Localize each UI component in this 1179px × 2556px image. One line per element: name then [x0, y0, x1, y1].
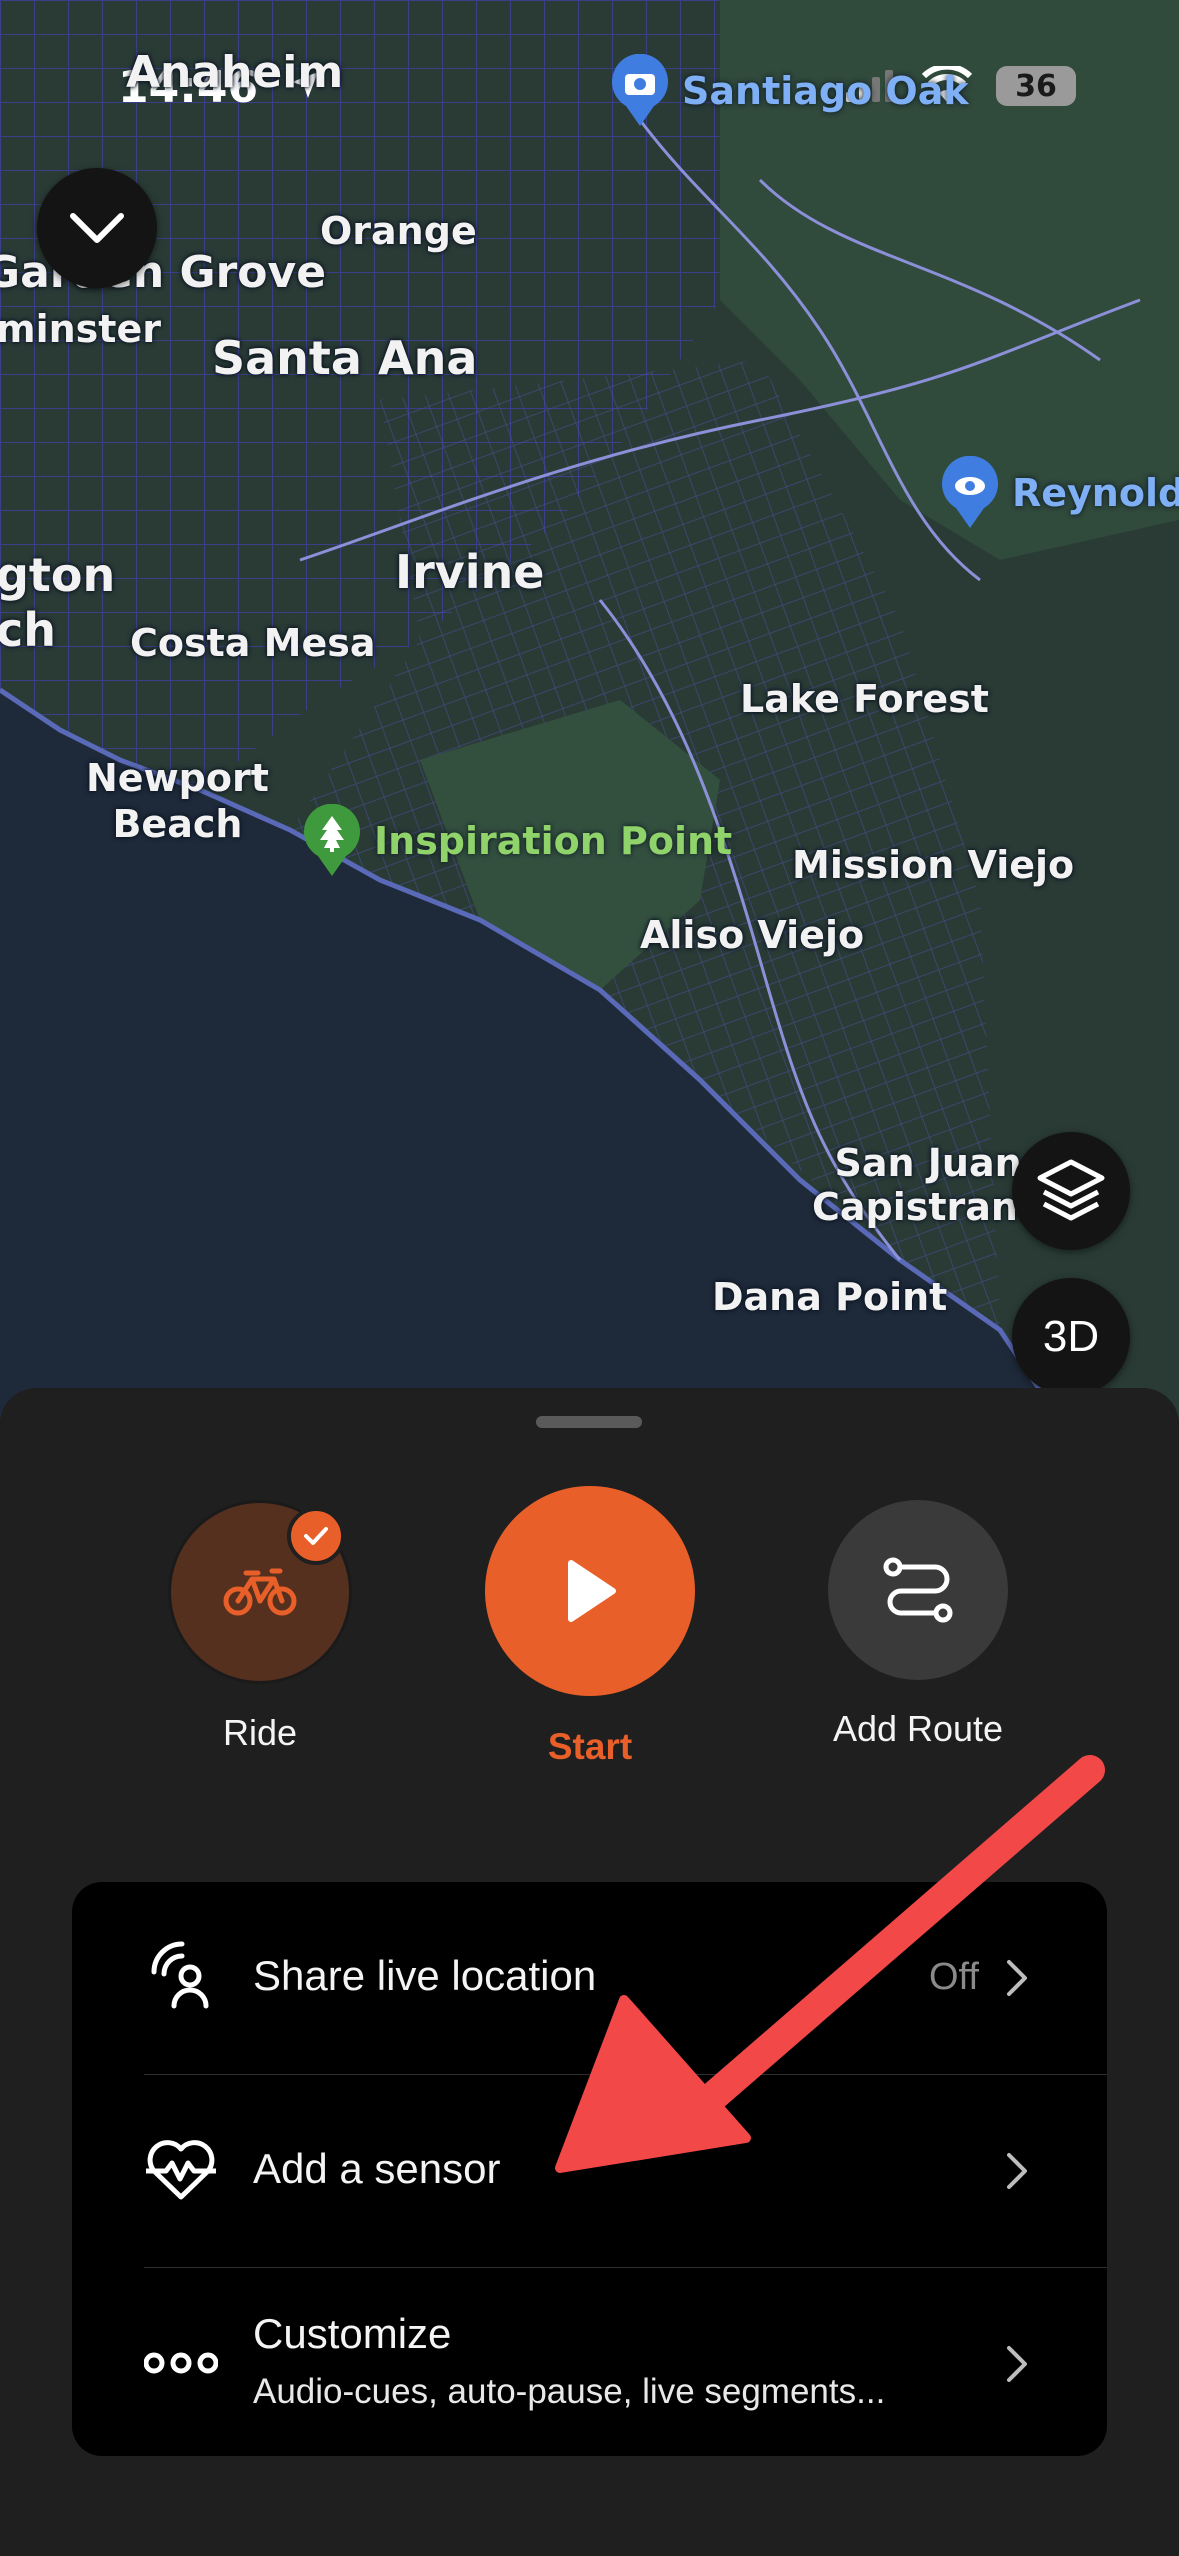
- more-dots-icon: [143, 2326, 219, 2400]
- customize-row[interactable]: Customize Audio-cues, auto-pause, live s…: [72, 2268, 1107, 2456]
- map-view[interactable]: 14:46 36 Anaheim Orange Garden Grove min…: [0, 0, 1179, 1420]
- chevron-right-icon: [1007, 1960, 1027, 1996]
- layers-icon: [1037, 1159, 1105, 1221]
- place-aliso-viejo: Aliso Viejo: [640, 913, 865, 957]
- 3d-toggle-button[interactable]: 3D: [1012, 1278, 1130, 1396]
- chevron-right-icon: [1007, 2153, 1027, 2189]
- route-icon: [883, 1557, 953, 1623]
- poi-santiago-oak[interactable]: Santiago Oak: [610, 53, 969, 128]
- poi-santiago-oak-label: Santiago Oak: [682, 69, 969, 113]
- add-route-action[interactable]: Add Route: [818, 1500, 1018, 1750]
- play-icon: [568, 1560, 616, 1622]
- place-westminster: minster: [0, 307, 161, 351]
- ride-label: Ride: [222, 1712, 298, 1753]
- start-button[interactable]: [485, 1486, 695, 1696]
- battery-level: 36: [1015, 68, 1057, 104]
- ride-action[interactable]: Ride: [168, 1500, 352, 1754]
- place-mission-viejo: Mission Viejo: [792, 843, 1075, 887]
- collapse-button[interactable]: [37, 168, 157, 288]
- tree-pin-icon: [302, 803, 362, 878]
- start-action[interactable]: Start: [484, 1486, 696, 1768]
- sheet-handle[interactable]: [536, 1416, 642, 1428]
- share-live-location-value: Off: [929, 1956, 979, 1998]
- place-dana-point: Dana Point: [712, 1275, 948, 1319]
- place-lake-forest: Lake Forest: [740, 677, 989, 721]
- place-san-juan-capistrano: San Juan Capistrano: [812, 1141, 1045, 1229]
- place-orange: Orange: [320, 209, 477, 253]
- chevron-right-icon: [1007, 2346, 1027, 2382]
- share-live-location-label: Share live location: [253, 1952, 597, 1999]
- place-irvine: Irvine: [395, 545, 545, 599]
- place-newport-beach: Newport Beach: [86, 756, 269, 846]
- place-costa-mesa: Costa Mesa: [130, 621, 376, 665]
- add-route-button[interactable]: [828, 1500, 1008, 1680]
- place-huntington-beach: gton ch: [0, 548, 116, 658]
- place-anaheim: Anaheim: [126, 47, 344, 98]
- add-sensor-row[interactable]: Add a sensor: [72, 2075, 1107, 2267]
- poi-inspiration-point[interactable]: Inspiration Point: [302, 803, 733, 878]
- customize-sublabel: Audio-cues, auto-pause, live segments...: [253, 2372, 886, 2411]
- start-label: Start: [547, 1726, 633, 1767]
- battery-icon: 36: [996, 66, 1076, 106]
- poi-inspiration-point-label: Inspiration Point: [374, 819, 733, 863]
- viewpoint-pin-icon: [940, 455, 1000, 530]
- layers-button[interactable]: [1012, 1132, 1130, 1250]
- selected-check-icon: [287, 1507, 345, 1565]
- ride-type-button[interactable]: [168, 1500, 352, 1684]
- heart-sensor-icon: [144, 2131, 218, 2205]
- poi-reynolds[interactable]: Reynolds: [940, 455, 1179, 530]
- chevron-down-icon: [70, 213, 124, 243]
- add-sensor-label: Add a sensor: [253, 2145, 501, 2192]
- options-card: Share live location Off Add a sensor Cus…: [72, 1882, 1107, 2456]
- share-live-location-row[interactable]: Share live location Off: [72, 1882, 1107, 2074]
- poi-reynolds-label: Reynolds: [1012, 471, 1179, 515]
- camera-pin-icon: [610, 53, 670, 128]
- add-route-label: Add Route: [832, 1708, 1004, 1749]
- bottom-sheet: Ride Start Add Route Share live location…: [0, 1388, 1179, 2556]
- 3d-toggle-label: 3D: [1042, 1312, 1100, 1361]
- bike-icon: [223, 1568, 297, 1616]
- place-santa-ana: Santa Ana: [212, 331, 478, 385]
- customize-label: Customize: [253, 2310, 452, 2357]
- live-location-icon: [144, 1938, 218, 2012]
